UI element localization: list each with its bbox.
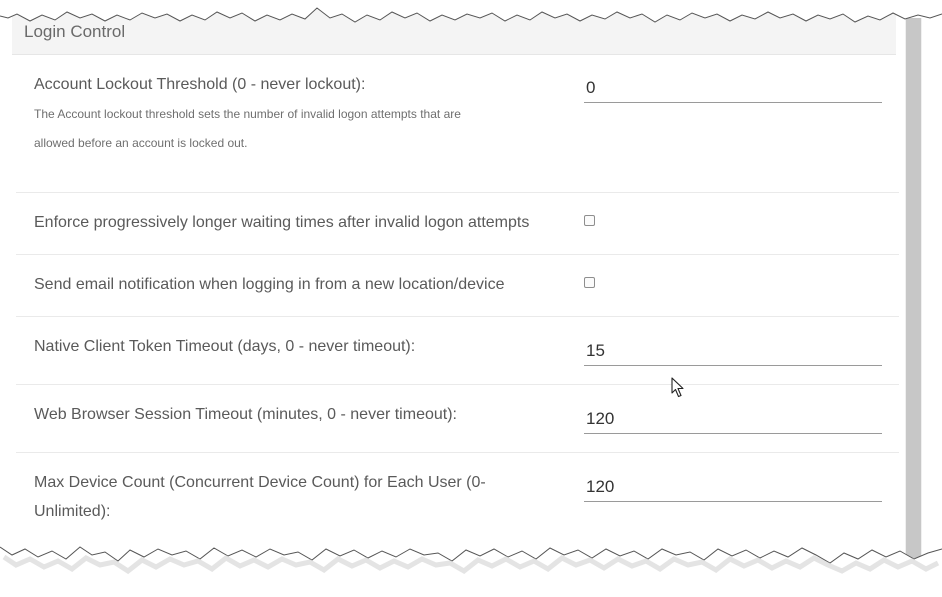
max-device-count-label-line1: Max Device Count (Concurrent Device Coun… [34,474,486,491]
vertical-scrollbar[interactable] [905,18,922,558]
torn-edge-top [0,0,942,23]
email-notification-checkbox[interactable] [584,277,595,288]
lockout-threshold-label: Account Lockout Threshold (0 - never loc… [34,76,366,93]
setting-row-native-token-timeout: Native Client Token Timeout (days, 0 - n… [16,317,899,385]
lockout-threshold-hint-line2: allowed before an account is locked out. [34,136,248,150]
native-token-timeout-input[interactable] [584,336,882,366]
lockout-threshold-input[interactable] [584,73,882,103]
web-session-timeout-input[interactable] [584,404,882,434]
web-session-timeout-label: Web Browser Session Timeout (minutes, 0 … [34,406,457,423]
max-device-count-label-line2: Unlimited): [34,503,111,520]
native-token-timeout-label: Native Client Token Timeout (days, 0 - n… [34,338,416,355]
progressive-wait-checkbox[interactable] [584,215,595,226]
setting-row-lockout-threshold: Account Lockout Threshold (0 - never loc… [16,54,899,193]
setting-row-web-session-timeout: Web Browser Session Timeout (minutes, 0 … [16,385,899,453]
scrollbar-thumb[interactable] [906,18,921,558]
max-device-count-input[interactable] [584,472,882,502]
setting-row-email-notification: Send email notification when logging in … [16,255,899,317]
lockout-threshold-hint-line1: The Account lockout threshold sets the n… [34,107,461,121]
mouse-pointer-icon [671,377,684,398]
settings-panel: Login Control Account Lockout Threshold … [4,0,908,575]
progressive-wait-label: Enforce progressively longer waiting tim… [34,214,530,231]
email-notification-label: Send email notification when logging in … [34,276,505,293]
setting-row-progressive-wait: Enforce progressively longer waiting tim… [16,193,899,255]
torn-edge-bottom [0,546,942,597]
